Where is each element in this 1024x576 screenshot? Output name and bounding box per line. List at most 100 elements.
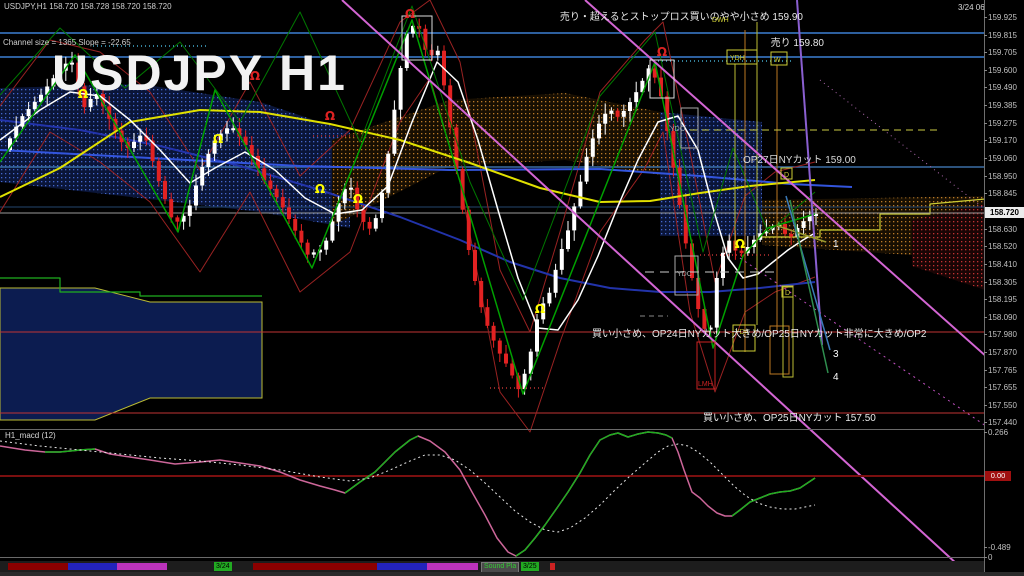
candle-body — [727, 240, 732, 253]
candle-body — [491, 325, 496, 341]
annotation-text: DWH — [712, 17, 729, 24]
candle-body — [609, 110, 614, 114]
timeline-segment — [253, 563, 377, 570]
candle-body — [485, 307, 490, 326]
price-tick: 158.950 — [984, 172, 1017, 181]
price-tick: 158.630 — [984, 225, 1017, 234]
candle-body — [175, 217, 180, 222]
omega-marker: Ω — [353, 192, 363, 206]
omega-marker: Ω — [657, 45, 667, 59]
candle-body — [373, 218, 378, 229]
macd-main-line — [0, 431, 816, 557]
candle-body — [603, 113, 608, 124]
candle-body — [479, 281, 484, 308]
price-tick: 158.090 — [984, 313, 1017, 322]
annotation-box-label: W — [774, 57, 781, 64]
candle-body — [187, 205, 192, 216]
candle-body — [305, 242, 310, 255]
panel-separator-top[interactable] — [0, 429, 1024, 430]
macd-signal-line — [0, 440, 816, 533]
candle-body — [553, 269, 558, 293]
candle-body — [566, 230, 570, 249]
timeline-segment — [377, 563, 427, 570]
indicator-tick: 0.266 — [983, 428, 1009, 437]
price-tick: 159.275 — [984, 119, 1017, 128]
price-tick: 157.870 — [984, 348, 1017, 357]
candle-body — [634, 92, 639, 103]
annotation-text: 売り・超えるとストップロス買いのやや小さめ 159.90 — [560, 10, 804, 23]
price-tick: 159.705 — [984, 48, 1017, 57]
timeline-date-label[interactable]: 3/24 — [214, 562, 232, 571]
candle-body — [225, 128, 229, 134]
timeline-segment — [117, 563, 167, 570]
omega-marker: Ω — [315, 182, 325, 196]
candle-body — [504, 353, 508, 364]
price-tick: 158.520 — [984, 242, 1017, 251]
candle-body — [194, 185, 198, 206]
macd-rising-segment — [344, 435, 419, 494]
annotation-text: 3 — [833, 349, 839, 360]
timeline-date-label[interactable]: 3/25 — [521, 562, 539, 571]
candle-body — [590, 138, 595, 157]
annotation-box-label: LMH — [698, 381, 713, 388]
candle-body — [559, 249, 564, 270]
annotation-text: 1 — [833, 239, 839, 250]
annotation-text: 売り 159.80 — [771, 36, 825, 49]
timeline-segment — [550, 563, 555, 570]
price-tick: 158.305 — [984, 278, 1017, 287]
indicator-label: H1_macd (12) — [5, 431, 56, 440]
candle-body — [330, 221, 335, 241]
candle-body — [280, 197, 285, 208]
candle-body — [311, 252, 316, 255]
candle-body — [299, 230, 304, 243]
candle-body — [615, 110, 620, 117]
indicator-tick: 0 — [983, 553, 993, 562]
annotation-text: 買い小さめ、OP25日NYカット 157.50 — [703, 412, 876, 424]
annotation-text: OP27日NYカット 159.00 — [743, 154, 856, 166]
price-tick: 158.845 — [984, 189, 1017, 198]
candle-body — [293, 219, 298, 231]
candle-body — [621, 111, 626, 117]
price-tick: 159.815 — [984, 31, 1017, 40]
price-tick: 159.385 — [984, 101, 1017, 110]
price-tick: 159.060 — [984, 154, 1017, 163]
trend-line — [796, 0, 823, 346]
ichimoku-cloud — [0, 84, 350, 228]
omega-marker: Ω — [325, 109, 335, 123]
candle-body — [26, 109, 31, 117]
timeline-segment — [68, 563, 117, 570]
candle-body — [231, 128, 236, 131]
timeline-segment — [427, 563, 478, 570]
candle-body — [156, 160, 161, 181]
candle-body — [584, 156, 589, 182]
candle-body — [163, 180, 167, 200]
annotation-box-label: D — [784, 172, 789, 179]
candle-body — [132, 141, 136, 148]
candle-body — [392, 109, 397, 154]
price-tick: 158.410 — [984, 260, 1017, 269]
annotation-box-label: YDH — [730, 55, 745, 62]
candle-body — [597, 123, 601, 139]
candle-body — [138, 135, 143, 142]
macd-rising-segment — [731, 477, 816, 517]
price-tick: 158.195 — [984, 295, 1017, 304]
chart-watermark: USDJPY H1 — [52, 45, 347, 101]
omega-marker: Ω — [735, 237, 745, 251]
candle-body — [572, 206, 577, 231]
candle-body — [435, 50, 440, 56]
indicator-tick: -0.489 — [984, 543, 1011, 552]
candle-body — [324, 240, 329, 250]
price-axis[interactable]: 158.720 0.00 159.925 159.815 159.705 159.60… — [983, 0, 1024, 576]
candle-body — [287, 207, 291, 220]
price-tick: 159.925 — [984, 13, 1017, 22]
price-tick: 159.600 — [984, 66, 1017, 75]
panel-separator-bottom — [0, 557, 1024, 558]
candle-body — [349, 187, 353, 190]
candle-body — [789, 233, 794, 237]
price-tick: 157.550 — [984, 401, 1017, 410]
candle-body — [206, 153, 211, 168]
time-axis[interactable]: 3/24 3/25 Sound Pla — [0, 561, 984, 573]
candle-body — [510, 363, 515, 376]
candle-body — [801, 221, 806, 228]
indicator-zero-badge: 0.00 — [985, 471, 1011, 481]
